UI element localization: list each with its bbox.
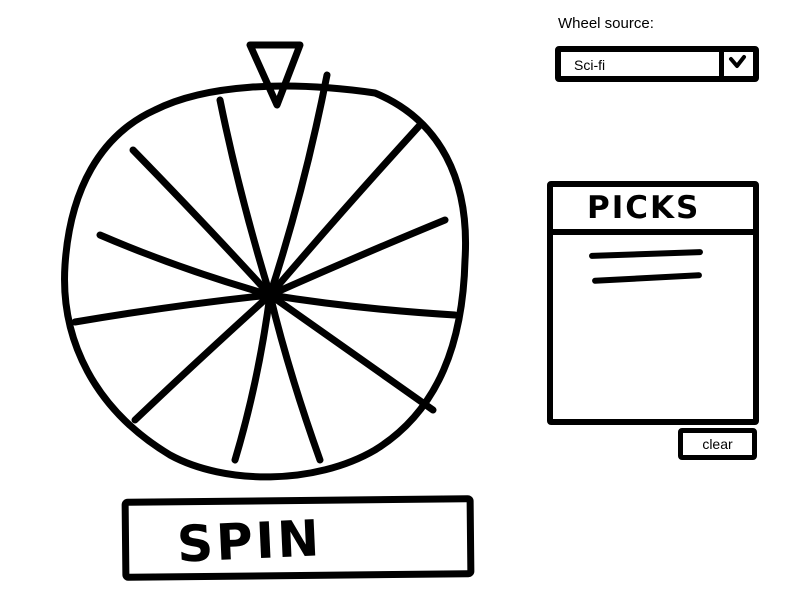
wheel-source-label: Wheel source: [558,15,654,32]
picks-panel: PICKS [547,181,759,425]
wheel-spokes [71,71,459,464]
triangle-down-icon [246,41,304,109]
spin-button-label: SPIN [175,509,324,574]
wheel-source-dropdown[interactable]: Sci-fi [555,46,759,82]
pick-item [591,272,703,284]
chevron-down-icon[interactable] [719,52,753,76]
prize-wheel[interactable] [55,40,475,490]
wheel-spoke [266,216,449,299]
wheel-spoke [266,291,324,464]
spin-button[interactable]: SPIN [121,495,475,581]
wheel-source-selected: Sci-fi [574,57,606,73]
picks-header: PICKS [553,187,753,235]
clear-button[interactable]: clear [678,428,757,460]
pick-item [588,249,704,259]
picks-title: PICKS [587,190,701,226]
